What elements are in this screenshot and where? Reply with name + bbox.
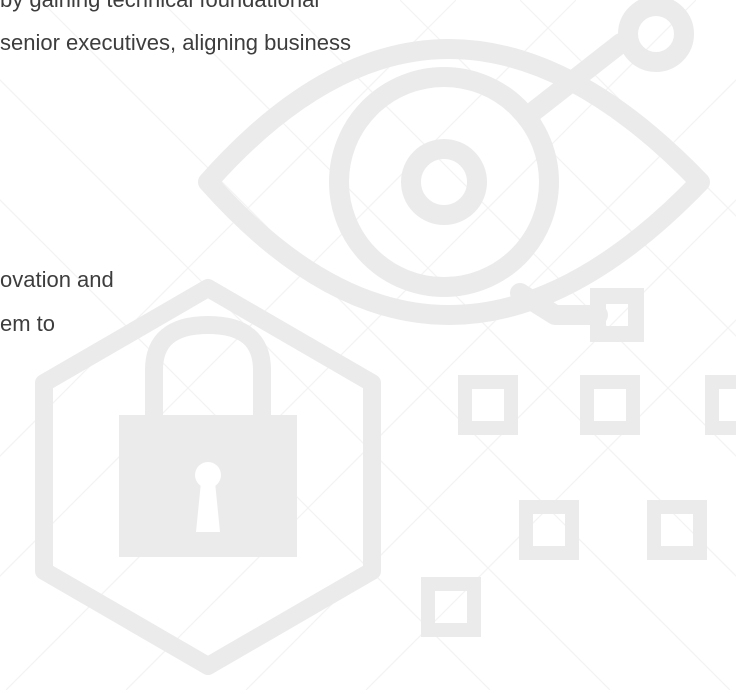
square-grid-pattern xyxy=(421,375,736,637)
body-text-line-3: ovation and xyxy=(0,267,114,292)
body-text-line-2: senior executives, aligning business xyxy=(0,30,351,55)
body-text-line-1: by gaining technical foundational xyxy=(0,0,319,14)
body-text-line-4: em to xyxy=(0,311,56,336)
connector-square xyxy=(590,288,644,342)
background-illustration xyxy=(0,0,736,690)
